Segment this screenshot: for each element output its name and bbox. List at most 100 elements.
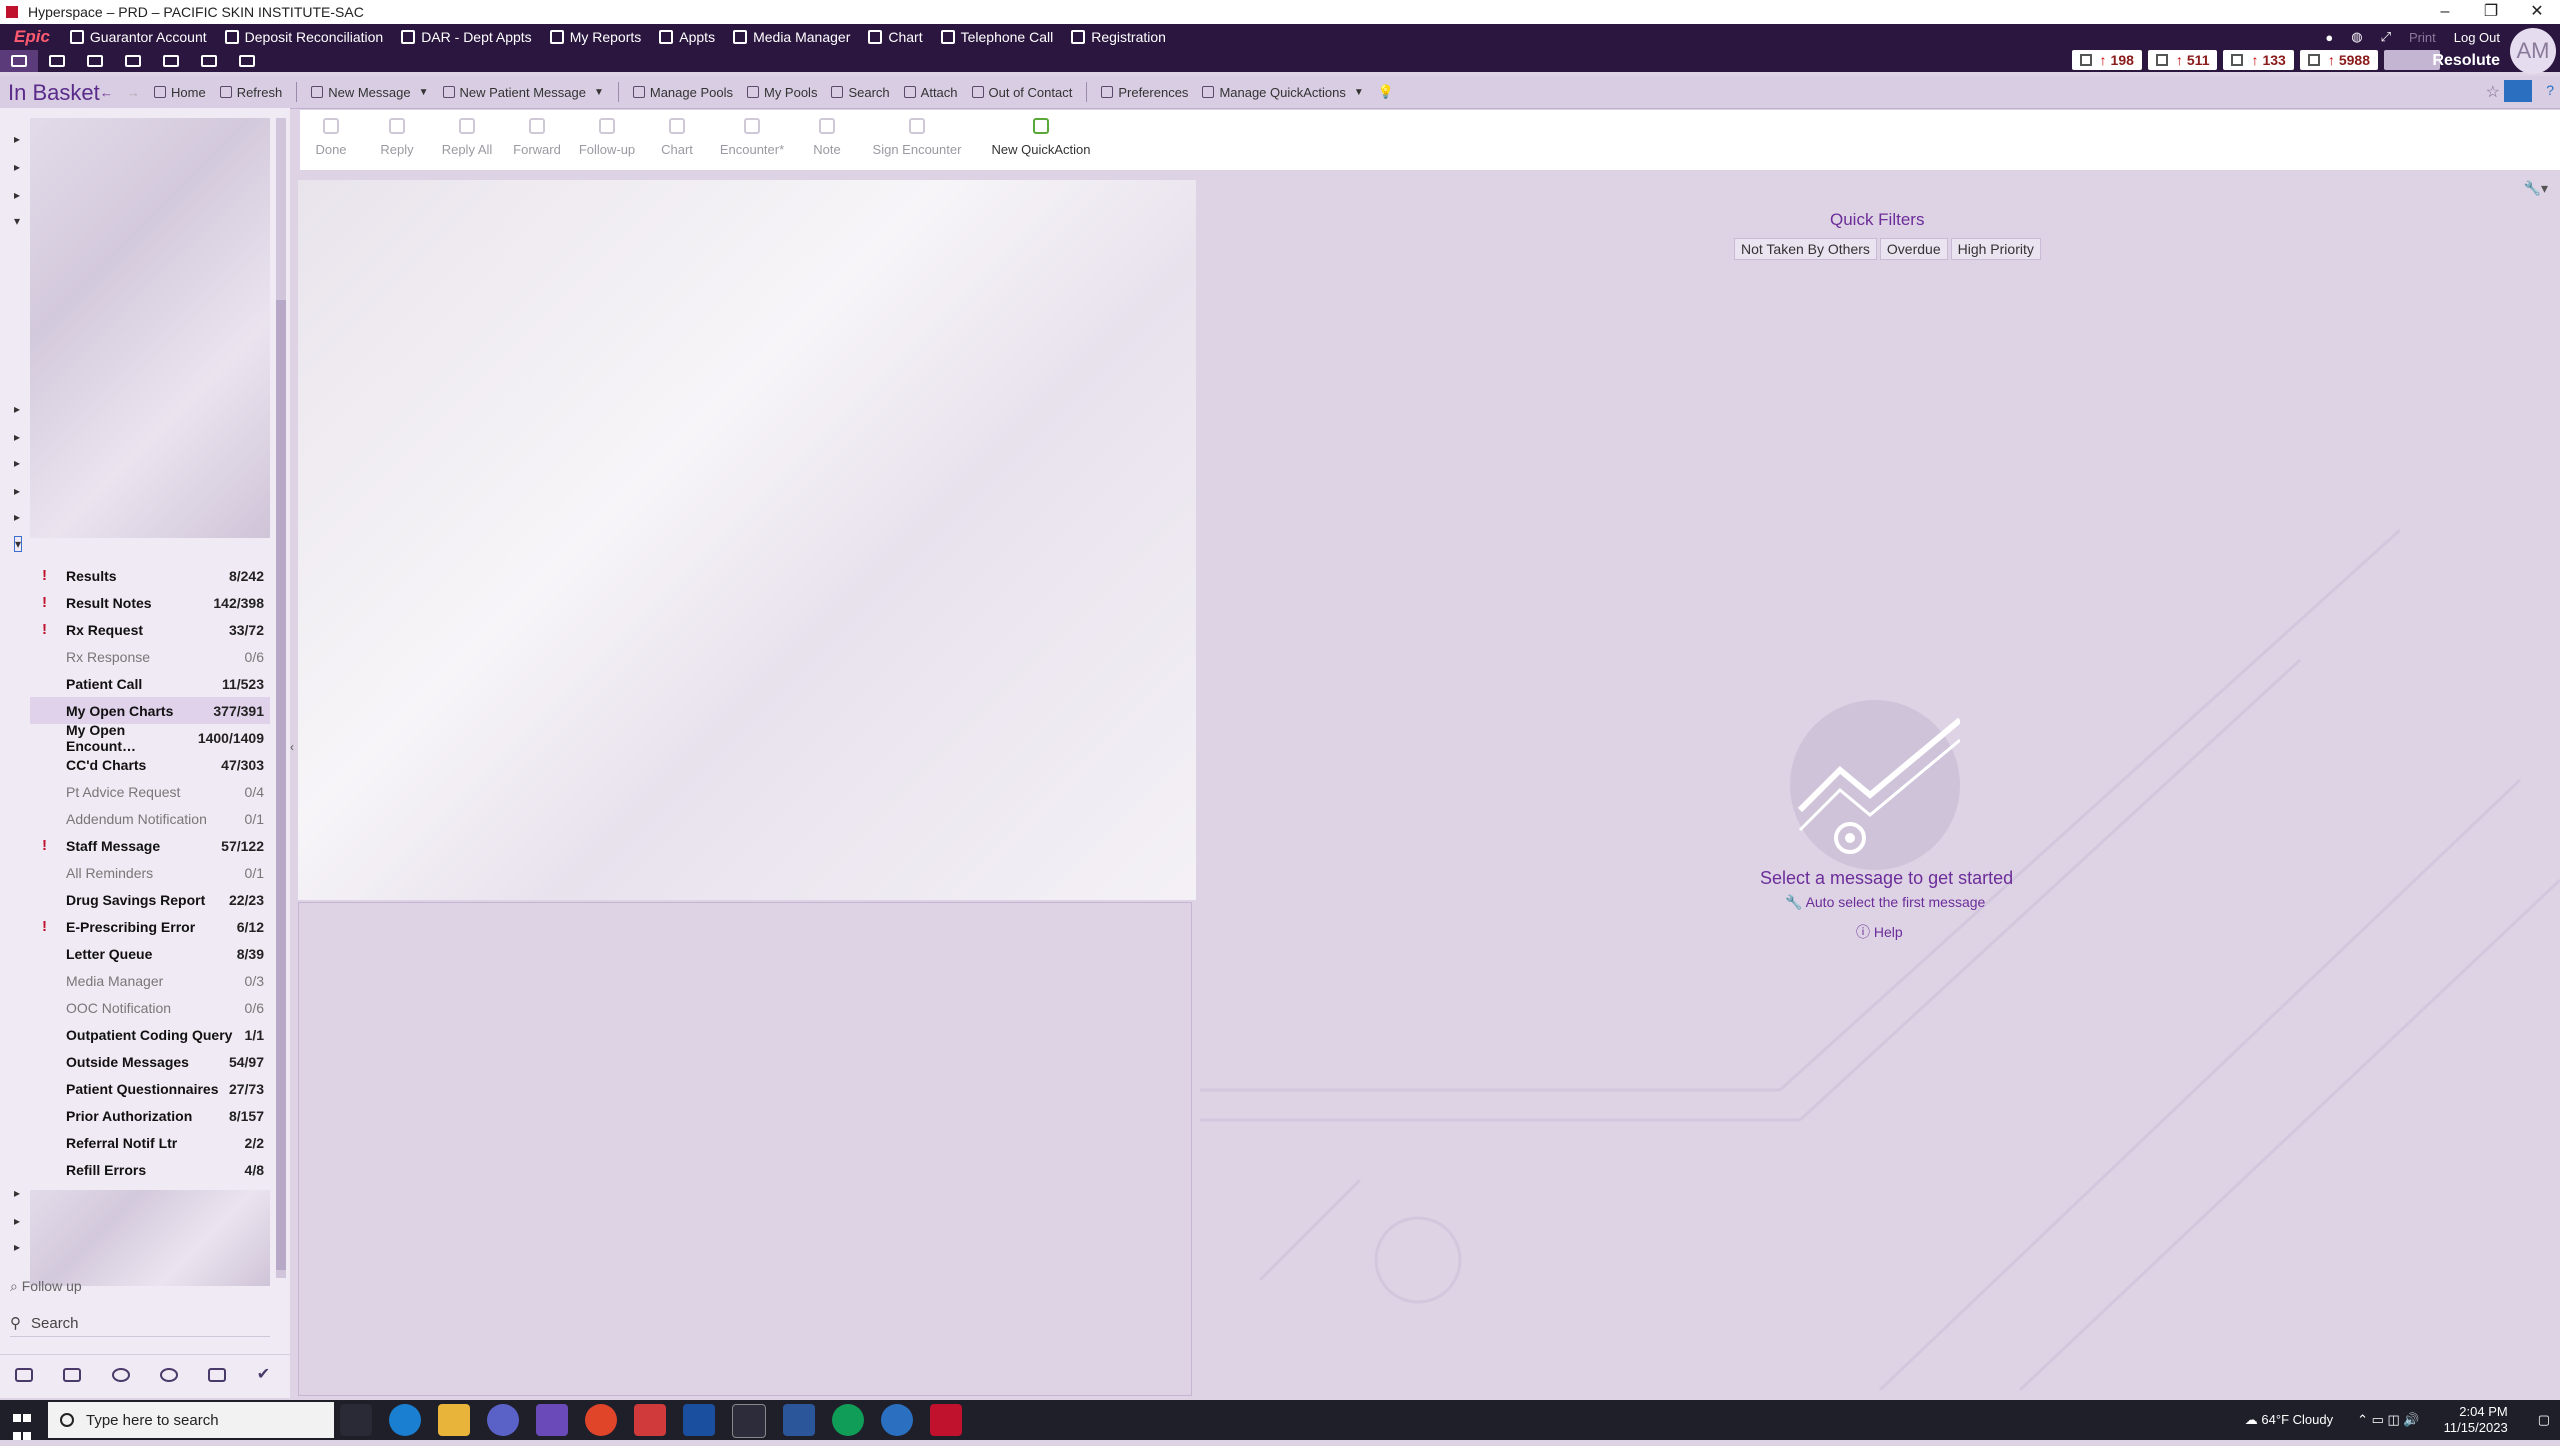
expand-arrow-icon[interactable]: ▸ [14, 430, 20, 444]
chevron-down-icon[interactable]: ▼ [1354, 87, 1364, 98]
follow-up-item[interactable]: ⌕ Follow up [10, 1278, 82, 1295]
expand-arrow-icon[interactable]: ▸ [14, 1214, 20, 1228]
folder-item[interactable]: Outside Messages 54/97 [30, 1048, 270, 1075]
folder-item[interactable]: Rx Response 0/6 [30, 643, 270, 670]
manage-quickactions-button[interactable]: Manage QuickActions ▼ [1202, 85, 1364, 100]
folder-item[interactable]: ! Result Notes 142/398 [30, 589, 270, 616]
sent-icon[interactable] [208, 1368, 227, 1382]
clock[interactable]: 2:04 PM 11/15/2023 [2444, 1404, 2508, 1436]
activity-telephone-call[interactable]: Telephone Call [940, 29, 1053, 45]
preferences-button[interactable]: Preferences [1101, 85, 1188, 100]
done-button[interactable]: Done [300, 118, 362, 157]
expand-icon[interactable]: ⤢ [2381, 29, 2391, 45]
expand-arrow-icon[interactable]: ▸ [14, 1186, 20, 1200]
sidebar-search[interactable]: ⚲ Search [10, 1310, 270, 1337]
expand-arrow-icon[interactable]: ▸ [14, 402, 20, 416]
follow-up-button[interactable]: Follow-up [572, 118, 642, 157]
app-icon[interactable] [634, 1404, 666, 1436]
folder-item[interactable]: Addendum Notification 0/1 [30, 805, 270, 832]
activity-guarantor-account[interactable]: Guarantor Account [69, 29, 207, 45]
home-button[interactable]: Home [154, 85, 206, 100]
avatar[interactable]: AM [2510, 28, 2556, 74]
collapse-arrow-icon[interactable]: ▾ [14, 214, 20, 228]
wrench-icon[interactable]: 🔧▾ [2524, 180, 2548, 197]
message-list-redacted[interactable] [298, 180, 1196, 900]
windows-start-icon[interactable] [12, 1410, 32, 1440]
app-icon[interactable] [881, 1404, 913, 1436]
folder-item[interactable]: Letter Queue 8/39 [30, 940, 270, 967]
folder-item[interactable]: Outpatient Coding Query 1/1 [30, 1021, 270, 1048]
counter-badge[interactable]: ↑ 133 [2223, 50, 2294, 70]
folder-item[interactable]: ! Staff Message 57/122 [30, 832, 270, 859]
activity-media-manager[interactable]: Media Manager [733, 29, 850, 45]
folder-item[interactable]: Patient Call 11/523 [30, 670, 270, 697]
epic-logo[interactable]: Epic [14, 27, 50, 47]
weather[interactable]: ☁ 64°F Cloudy [2245, 1412, 2333, 1428]
folder-item[interactable]: Refill Errors 4/8 [30, 1156, 270, 1183]
search-button[interactable]: Search [831, 85, 890, 100]
edge-icon[interactable] [389, 1404, 421, 1436]
activity-chart[interactable]: Chart [868, 29, 923, 45]
activity-my-reports[interactable]: My Reports [549, 29, 641, 45]
tab-chart[interactable] [114, 50, 152, 72]
activity-dar-dept-appts[interactable]: DAR - Dept Appts [401, 29, 532, 45]
app-icon[interactable] [536, 1404, 568, 1436]
collapse-arrow-icon[interactable]: ▾ [14, 536, 23, 552]
chrome-icon[interactable] [585, 1404, 617, 1436]
tab-patient[interactable] [152, 50, 190, 72]
folder-item[interactable]: Patient Questionnaires 27/73 [30, 1075, 270, 1102]
activity-registration[interactable]: Registration [1071, 29, 1166, 45]
restore-icon[interactable]: ❐ [2468, 0, 2514, 24]
file-explorer-icon[interactable] [438, 1404, 470, 1436]
folder-item[interactable]: ! E-Prescribing Error 6/12 [30, 913, 270, 940]
expand-arrow-icon[interactable]: ▸ [14, 188, 20, 202]
close-icon[interactable]: ✕ [2514, 0, 2560, 24]
encounter-button[interactable]: Encounter* [712, 118, 792, 157]
chevron-down-icon[interactable]: ▼ [419, 87, 429, 98]
filter-not-taken-by-others[interactable]: Not Taken By Others [1734, 238, 1877, 260]
app-icon[interactable] [683, 1404, 715, 1436]
help-icon[interactable]: ? [2546, 82, 2554, 98]
collapse-sidebar-icon[interactable]: ‹ [290, 740, 294, 754]
activity-switch-icon[interactable] [2504, 80, 2532, 102]
word-icon[interactable] [783, 1404, 815, 1436]
folder-item[interactable]: My Open Charts 377/391 [30, 697, 270, 724]
teams-icon[interactable] [487, 1404, 519, 1436]
expand-arrow-icon[interactable]: ▸ [14, 510, 20, 524]
app-icon[interactable] [732, 1404, 766, 1438]
counter-badge[interactable]: ↑ 5988 [2299, 50, 2378, 70]
inbox-icon[interactable] [15, 1368, 34, 1382]
activity-appts[interactable]: Appts [659, 29, 715, 45]
folder-item[interactable]: All Reminders 0/1 [30, 859, 270, 886]
chrome-icon[interactable] [832, 1404, 864, 1436]
lightbulb-icon[interactable]: 💡 [1378, 84, 1394, 100]
minimize-icon[interactable]: – [2422, 0, 2468, 24]
filter-high-priority[interactable]: High Priority [1950, 238, 2041, 260]
done-check-icon[interactable]: ✔ [257, 1367, 275, 1383]
expand-arrow-icon[interactable]: ▸ [14, 1240, 20, 1254]
filter-overdue[interactable]: Overdue [1879, 238, 1948, 260]
task-view-icon[interactable] [340, 1404, 372, 1436]
tab-calendar[interactable] [228, 50, 266, 72]
folder-item[interactable]: Referral Notif Ltr 2/2 [30, 1129, 270, 1156]
back-icon[interactable]: ← [100, 85, 113, 100]
activity-deposit-reconciliation[interactable]: Deposit Reconciliation [224, 29, 383, 45]
folder-item[interactable]: ! Results 8/242 [30, 562, 270, 589]
tab-home[interactable] [0, 50, 38, 72]
manage-pools-button[interactable]: Manage Pools [632, 85, 733, 100]
folder-item[interactable]: OOC Notification 0/6 [30, 994, 270, 1021]
epic-taskbar-icon[interactable] [930, 1404, 962, 1436]
tab-briefcase[interactable] [190, 50, 228, 72]
tab-documents[interactable] [76, 50, 114, 72]
tray-icons[interactable]: ⌃ ▭ ◫ 🔊 [2357, 1412, 2419, 1428]
sign-encounter-button[interactable]: Sign Encounter [862, 118, 972, 157]
help-link[interactable]: ⓘ Help [1856, 922, 1903, 942]
reply-button[interactable]: Reply [366, 118, 428, 157]
resolute-label[interactable]: Resolute [2432, 50, 2500, 72]
refresh-button[interactable]: Refresh [219, 85, 282, 100]
my-pools-button[interactable]: My Pools [746, 85, 817, 100]
new-message-button[interactable]: New Message ▼ [311, 85, 429, 100]
out-of-contact-button[interactable]: Out of Contact [971, 85, 1072, 100]
expand-arrow-icon[interactable]: ▸ [14, 132, 20, 146]
attach-button[interactable]: Attach [903, 85, 958, 100]
